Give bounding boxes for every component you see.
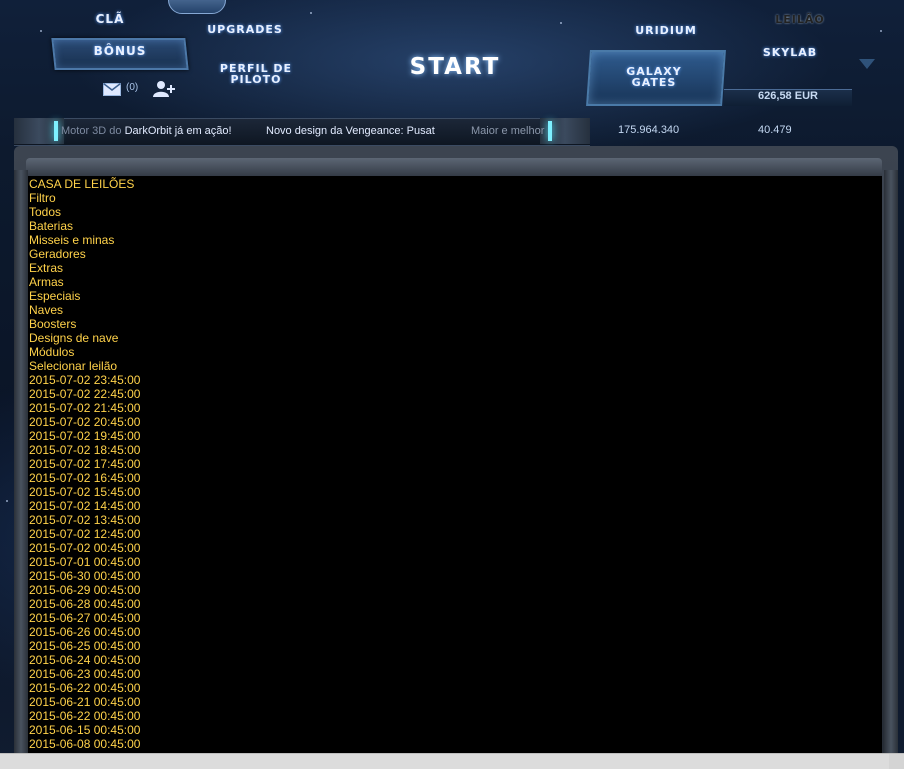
star (40, 30, 42, 32)
auction-date-link[interactable]: 2015-06-23 00:45:00 (29, 667, 140, 681)
auction-date-link[interactable]: 2015-07-02 15:45:00 (29, 485, 140, 499)
ticker-item[interactable]: Motor 3D do DarkOrbit já em ação! (61, 125, 232, 137)
nav-skylab[interactable]: SKYLAB (745, 47, 835, 58)
nav-upgrades[interactable]: UPGRADES (195, 24, 295, 35)
filter-link-geradores[interactable]: Geradores (29, 247, 140, 261)
nav-leilao[interactable]: LEILÃO (760, 14, 840, 25)
auction-date-link[interactable]: 2015-06-28 00:45:00 (29, 597, 140, 611)
auction-date-link[interactable]: 2015-07-02 13:45:00 (29, 513, 140, 527)
auction-date-link[interactable]: 2015-06-30 00:45:00 (29, 569, 140, 583)
horizontal-scrollbar[interactable] (0, 753, 904, 769)
auction-date-link[interactable]: 2015-06-21 00:45:00 (29, 695, 140, 709)
auction-date-link[interactable]: 2015-07-02 12:45:00 (29, 527, 140, 541)
filter-link-designs[interactable]: Designs de nave (29, 331, 140, 345)
game-logo[interactable] (168, 0, 226, 14)
frame-right-edge (884, 170, 898, 768)
ticker-left-cap (14, 118, 64, 144)
scrollbar-corner (889, 754, 904, 769)
filter-link-modulos[interactable]: Módulos (29, 345, 140, 359)
auction-date-link[interactable]: 2015-07-02 19:45:00 (29, 429, 140, 443)
auction-date-link[interactable]: 2015-06-24 00:45:00 (29, 653, 140, 667)
star (560, 22, 562, 24)
auction-date-link[interactable]: 2015-07-02 00:45:00 (29, 541, 140, 555)
auction-date-link[interactable]: 2015-07-02 17:45:00 (29, 457, 140, 471)
auction-date-link[interactable]: 2015-06-26 00:45:00 (29, 625, 140, 639)
auction-date-link[interactable]: 2015-07-01 00:45:00 (29, 555, 140, 569)
filter-link-especiais[interactable]: Especiais (29, 289, 140, 303)
ticker-item-prefix: Motor 3D do (61, 125, 125, 137)
filter-link-baterias[interactable]: Baterias (29, 219, 140, 233)
filter-label: Filtro (29, 191, 56, 205)
auction-date-link[interactable]: 2015-06-08 00:45:00 (29, 737, 140, 751)
credits-value: 175.964.340 (618, 124, 680, 136)
auction-date-link[interactable]: 2015-07-02 22:45:00 (29, 387, 140, 401)
filter-link-boosters[interactable]: Boosters (29, 317, 140, 331)
auction-date-link[interactable]: 2015-07-02 23:45:00 (29, 373, 140, 387)
ticker-right-cap (540, 118, 590, 144)
auction-date-link[interactable]: 2015-07-02 16:45:00 (29, 471, 140, 485)
auction-list: CASA DE LEILÕES Filtro Todos Baterias Mi… (29, 177, 140, 751)
auction-date-link[interactable]: 2015-07-02 20:45:00 (29, 415, 140, 429)
balance-value: 626,58 EUR (758, 90, 818, 102)
auction-content: CASA DE LEILÕES Filtro Todos Baterias Mi… (28, 176, 882, 768)
filter-link-naves[interactable]: Naves (29, 303, 140, 317)
auction-date-link[interactable]: 2015-07-02 14:45:00 (29, 499, 140, 513)
filter-link-misseis[interactable]: Misseis e minas (29, 233, 140, 247)
ticker-item[interactable]: Maior e melhor (471, 125, 544, 137)
auction-date-link[interactable]: 2015-07-02 18:45:00 (29, 443, 140, 457)
nav-galaxy-gates[interactable]: GALAXY GATES (604, 66, 704, 88)
star (6, 500, 8, 502)
star (310, 12, 312, 14)
nav-uridium[interactable]: URIDIUM (616, 25, 716, 36)
auction-date-link[interactable]: 2015-07-02 21:45:00 (29, 401, 140, 415)
auction-date-link[interactable]: 2015-06-22 00:45:00 (29, 681, 140, 695)
add-friend-icon[interactable] (153, 80, 177, 98)
page-title: CASA DE LEILÕES (29, 177, 135, 191)
uridium-value: 40.479 (758, 124, 792, 136)
ticker-item[interactable]: Novo design da Vengeance: Pusat (266, 125, 435, 137)
mail-count: (0) (126, 82, 139, 93)
content-frame-top (26, 158, 882, 176)
auction-date-link[interactable]: 2015-06-15 00:45:00 (29, 723, 140, 737)
ticker-item-highlight: DarkOrbit já em ação! (124, 125, 232, 137)
chevron-down-icon[interactable] (858, 58, 876, 70)
filter-link-todos[interactable]: Todos (29, 205, 140, 219)
auction-date-link[interactable]: 2015-06-22 00:45:00 (29, 709, 140, 723)
frame-left-edge (14, 170, 28, 768)
filter-link-extras[interactable]: Extras (29, 261, 140, 275)
select-auction-label: Selecionar leilão (29, 359, 118, 373)
auction-date-link[interactable]: 2015-06-25 00:45:00 (29, 639, 140, 653)
start-button[interactable]: START (395, 54, 515, 80)
nav-bonus[interactable]: BÔNUS (53, 45, 187, 57)
auction-date-link[interactable]: 2015-06-29 00:45:00 (29, 583, 140, 597)
filter-link-armas[interactable]: Armas (29, 275, 140, 289)
nav-perfil-piloto[interactable]: PERFIL DE PILOTO (206, 63, 306, 85)
auction-date-link[interactable]: 2015-06-27 00:45:00 (29, 611, 140, 625)
star (880, 30, 882, 32)
nav-cla[interactable]: CLÃ (80, 13, 140, 25)
mail-icon[interactable] (103, 83, 121, 96)
